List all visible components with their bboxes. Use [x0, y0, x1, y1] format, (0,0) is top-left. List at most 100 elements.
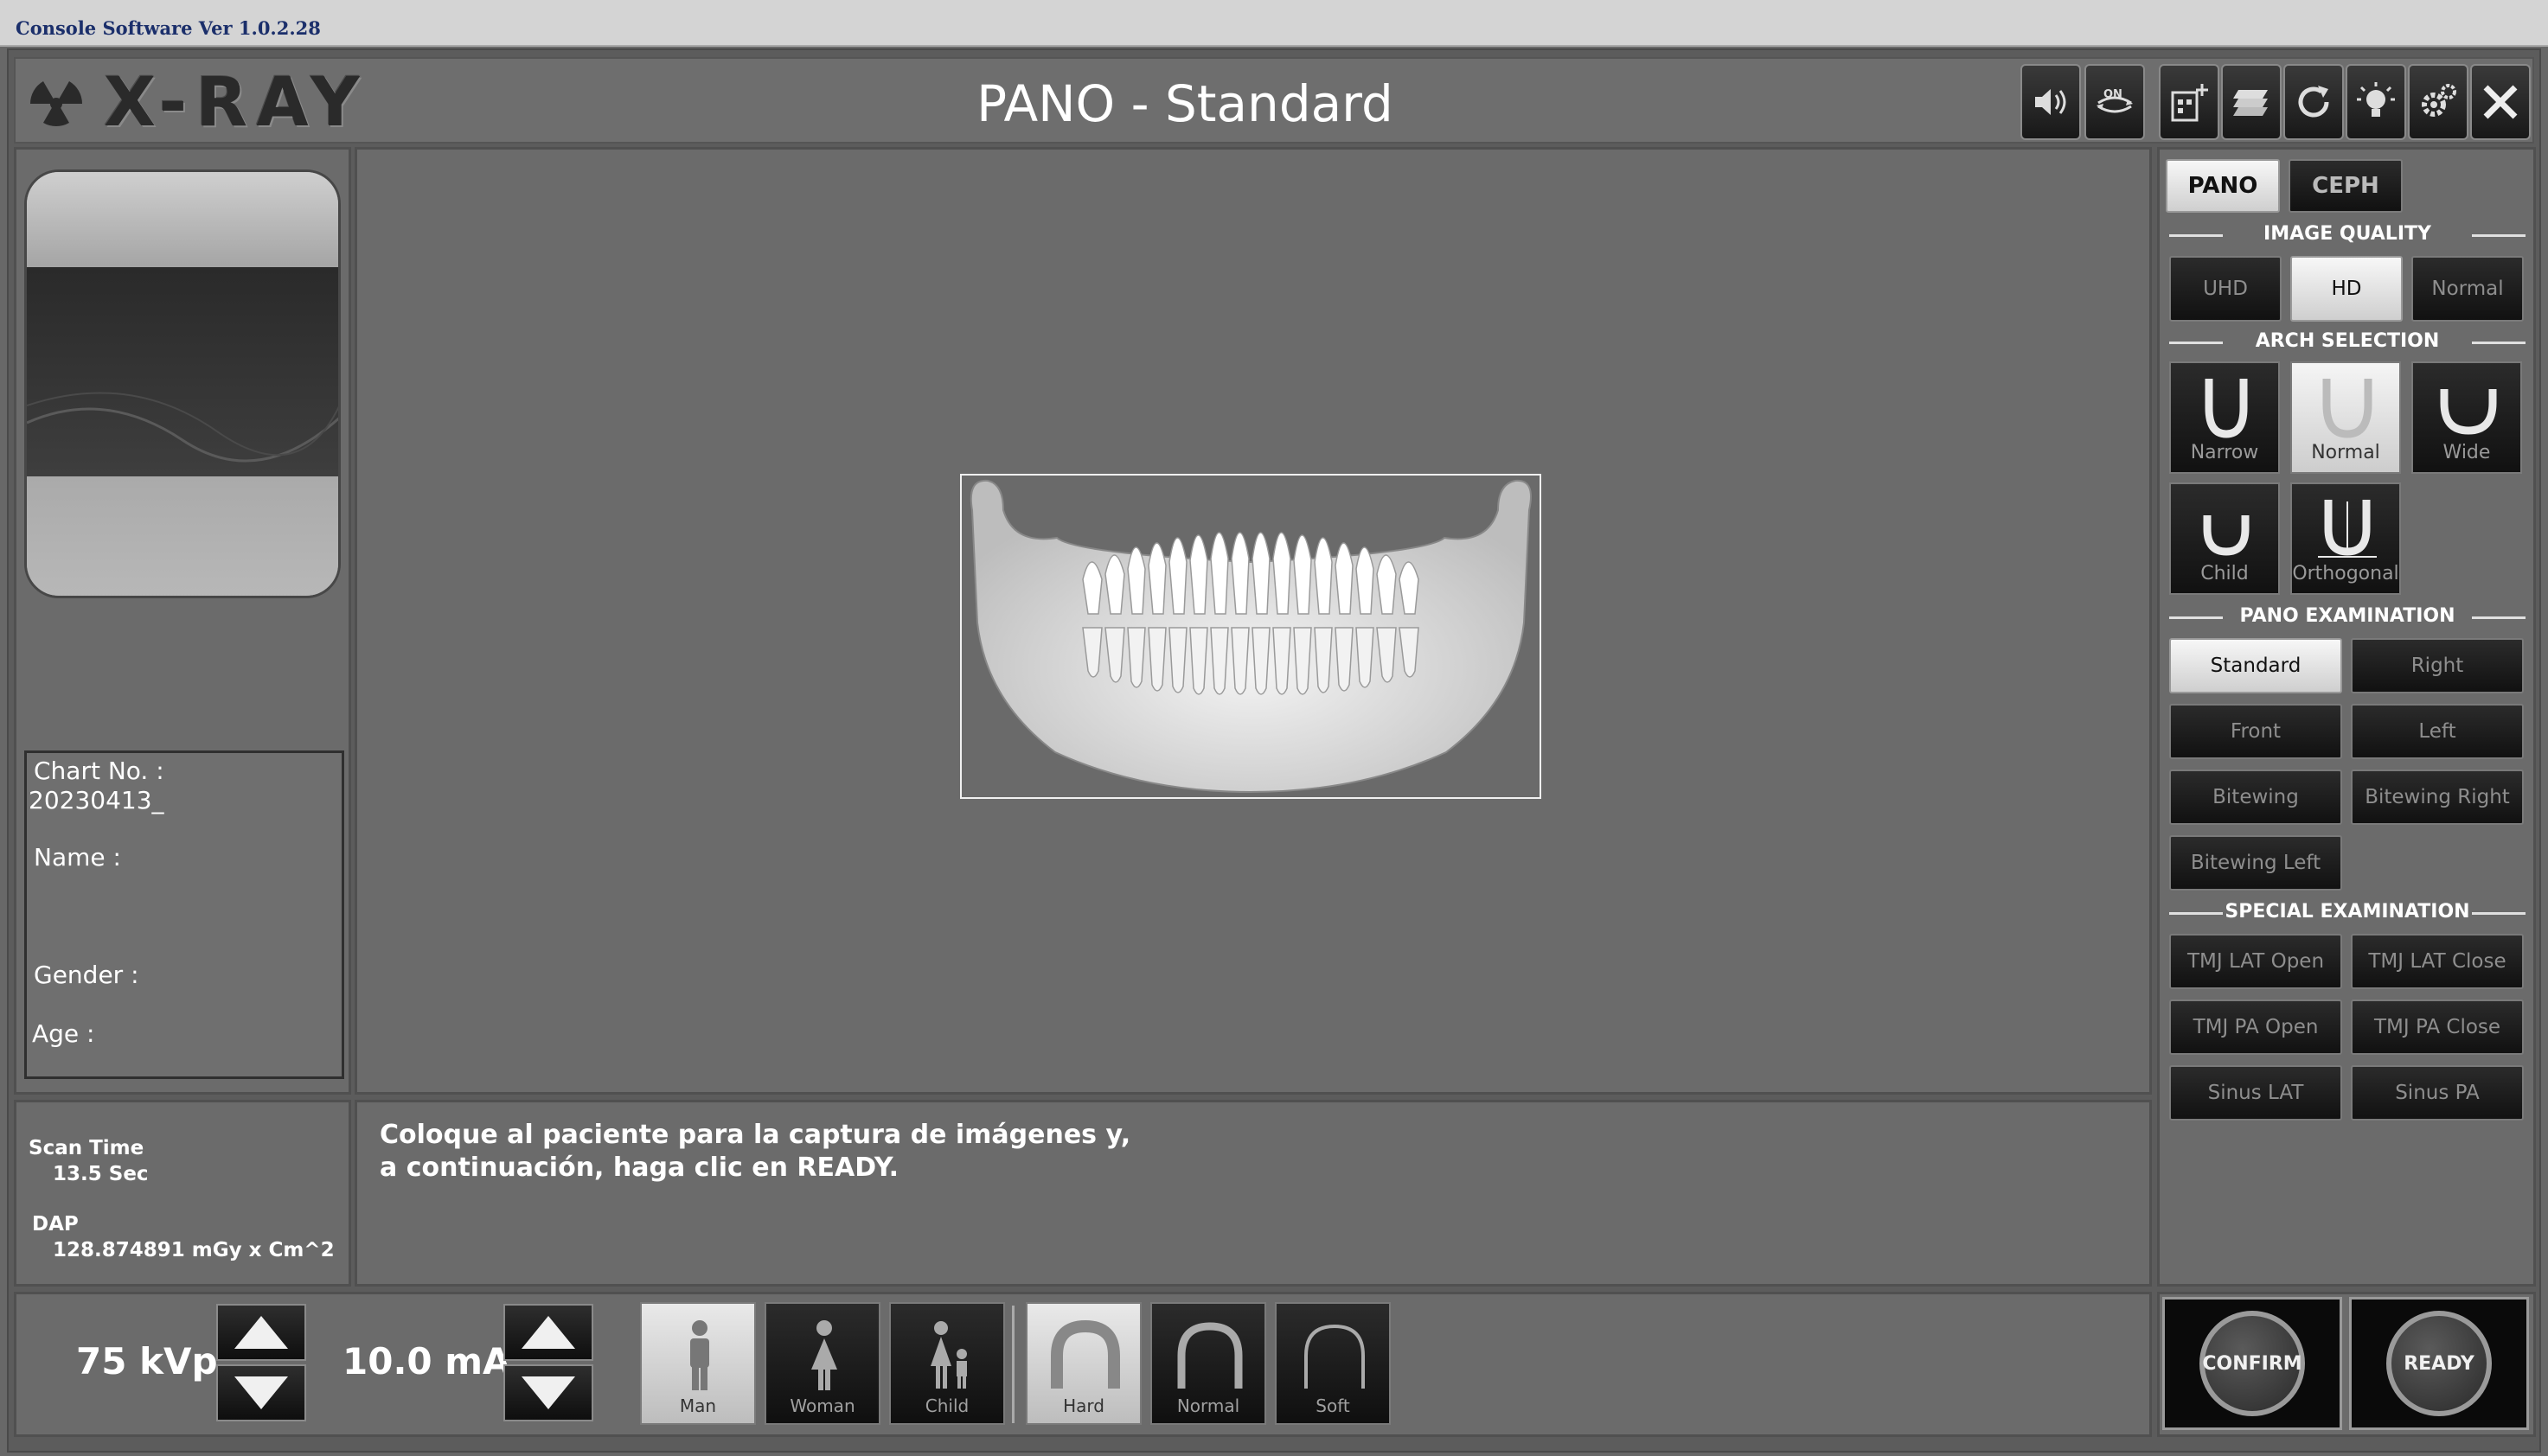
- scan-time-label: Scan Time: [29, 1137, 144, 1159]
- add-patient-icon: [2171, 84, 2208, 122]
- density-soft-label: Soft: [1316, 1395, 1350, 1416]
- patient-info-box: Chart No. : 20230413_ Name : Gender : Ag…: [24, 750, 344, 1079]
- arch-hard-icon: [1051, 1319, 1120, 1389]
- exam-tmj-pa-close-button[interactable]: TMJ PA Close: [2351, 999, 2524, 1055]
- close-button[interactable]: [2470, 64, 2531, 140]
- instruction-panel: Coloque al paciente para la captura de i…: [355, 1100, 2152, 1287]
- arch-normal-button[interactable]: Normal: [2290, 361, 2401, 474]
- arch-orthogonal-label: Orthogonal: [2292, 563, 2399, 584]
- ma-up-button[interactable]: [503, 1304, 593, 1361]
- arch-narrow-label: Narrow: [2190, 442, 2259, 463]
- ready-label: READY: [2386, 1311, 2492, 1416]
- mode-pano-button[interactable]: PANO: [2166, 159, 2280, 213]
- exam-front-button[interactable]: Front: [2169, 704, 2342, 759]
- on-toggle-icon: ON: [2097, 88, 2133, 113]
- arch-narrow-icon: [2205, 379, 2248, 438]
- arch-wide-icon: [2440, 389, 2497, 435]
- exam-bitewing-left-button[interactable]: Bitewing Left: [2169, 835, 2342, 891]
- ready-button[interactable]: READY: [2349, 1297, 2529, 1430]
- arch-orthogonal-icon: [2318, 500, 2377, 558]
- scan-preview-thumbnail: [24, 169, 341, 598]
- add-patient-button[interactable]: [2159, 64, 2219, 140]
- arch-normal-icon: [2322, 379, 2372, 438]
- chart-no-value[interactable]: 20230413_: [29, 786, 164, 814]
- dap-label: DAP: [32, 1213, 79, 1236]
- mode-ceph-button[interactable]: CEPH: [2289, 159, 2403, 213]
- man-icon: [690, 1320, 709, 1390]
- settings-button[interactable]: [2408, 64, 2468, 140]
- arch-normal-label: Normal: [2311, 442, 2380, 463]
- settings-gear-icon: [2422, 84, 2456, 117]
- layers-icon: [2233, 90, 2268, 116]
- speaker-button[interactable]: [2020, 64, 2081, 140]
- density-hard-label: Hard: [1063, 1395, 1104, 1416]
- arch-normal-icon: [1177, 1322, 1243, 1389]
- exam-tmj-lat-open-button[interactable]: TMJ LAT Open: [2169, 934, 2342, 989]
- arrow-down-icon: [234, 1376, 288, 1409]
- quality-normal-button[interactable]: Normal: [2411, 256, 2524, 322]
- name-label: Name :: [34, 843, 121, 872]
- arch-wide-button[interactable]: Wide: [2411, 361, 2522, 474]
- window-title: Console Software Ver 1.0.2.28: [16, 17, 321, 39]
- confirm-button[interactable]: CONFIRM: [2162, 1297, 2342, 1430]
- kvp-value: 75 kVp: [76, 1340, 218, 1383]
- kvp-up-button[interactable]: [216, 1304, 306, 1361]
- exam-sinus-lat-button[interactable]: Sinus LAT: [2169, 1065, 2342, 1121]
- patient-child-label: Child: [925, 1395, 970, 1416]
- density-normal-label: Normal: [1176, 1395, 1240, 1416]
- layers-button[interactable]: [2221, 64, 2282, 140]
- on-toggle-button[interactable]: ON: [2084, 64, 2145, 140]
- arrow-up-icon: [234, 1316, 288, 1349]
- exam-standard-button[interactable]: Standard: [2169, 638, 2342, 693]
- instruction-line-2: a continuación, haga clic en READY.: [380, 1153, 899, 1183]
- arch-child-button[interactable]: Child: [2169, 482, 2280, 595]
- special-examination-heading: SPECIAL EXAMINATION: [2169, 899, 2526, 925]
- exam-bitewing-right-button[interactable]: Bitewing Right: [2351, 770, 2524, 825]
- quality-uhd-button[interactable]: UHD: [2169, 256, 2282, 322]
- refresh-icon: [2298, 86, 2329, 118]
- exam-sinus-pa-button[interactable]: Sinus PA: [2351, 1065, 2524, 1121]
- patient-woman-label: Woman: [790, 1395, 855, 1416]
- arch-soft-icon: [1304, 1324, 1365, 1389]
- patient-woman-button[interactable]: Woman: [765, 1302, 880, 1425]
- patient-man-label: Man: [679, 1395, 717, 1416]
- patient-child-button[interactable]: Child: [889, 1302, 1005, 1425]
- arch-wide-label: Wide: [2442, 442, 2491, 463]
- exam-tmj-pa-open-button[interactable]: TMJ PA Open: [2169, 999, 2342, 1055]
- window-titlebar: Console Software Ver 1.0.2.28: [0, 0, 2548, 47]
- arrow-up-icon: [522, 1316, 575, 1349]
- exam-left-button[interactable]: Left: [2351, 704, 2524, 759]
- dap-value: 128.874891 mGy x Cm^2: [53, 1239, 335, 1261]
- exam-bitewing-button[interactable]: Bitewing: [2169, 770, 2342, 825]
- instruction-line-1: Coloque al paciente para la captura de i…: [380, 1120, 1131, 1150]
- exam-right-button[interactable]: Right: [2351, 638, 2524, 693]
- density-soft-button[interactable]: Soft: [1275, 1302, 1391, 1425]
- density-hard-button[interactable]: Hard: [1026, 1302, 1142, 1425]
- exam-tmj-lat-close-button[interactable]: TMJ LAT Close: [2351, 934, 2524, 989]
- scan-time-value: 13.5 Sec: [53, 1163, 149, 1185]
- divider: [1012, 1306, 1015, 1423]
- arch-child-label: Child: [2200, 563, 2249, 584]
- image-quality-heading: IMAGE QUALITY: [2169, 221, 2526, 247]
- refresh-button[interactable]: [2283, 64, 2344, 140]
- light-bulb-icon: [2357, 82, 2395, 117]
- arch-selection-heading: ARCH SELECTION: [2169, 329, 2526, 354]
- scan-info-panel: Scan Time 13.5 Sec DAP 128.874891 mGy x …: [14, 1100, 351, 1287]
- light-button[interactable]: [2346, 64, 2406, 140]
- ma-down-button[interactable]: [503, 1364, 593, 1421]
- quality-hd-button[interactable]: HD: [2290, 256, 2403, 322]
- gender-label: Gender :: [34, 961, 139, 989]
- close-icon: [2483, 85, 2518, 119]
- arch-narrow-button[interactable]: Narrow: [2169, 361, 2280, 474]
- arch-orthogonal-button[interactable]: Orthogonal: [2290, 482, 2401, 595]
- density-normal-button[interactable]: Normal: [1150, 1302, 1266, 1425]
- patient-man-button[interactable]: Man: [640, 1302, 756, 1425]
- speaker-icon: [2035, 89, 2066, 115]
- pano-examination-heading: PANO EXAMINATION: [2169, 603, 2526, 629]
- kvp-down-button[interactable]: [216, 1364, 306, 1421]
- confirm-label: CONFIRM: [2199, 1311, 2305, 1416]
- arch-child-icon: [2203, 515, 2250, 556]
- woman-icon: [811, 1320, 837, 1390]
- page-title: PANO - Standard: [976, 74, 1393, 133]
- arrow-down-icon: [522, 1376, 575, 1409]
